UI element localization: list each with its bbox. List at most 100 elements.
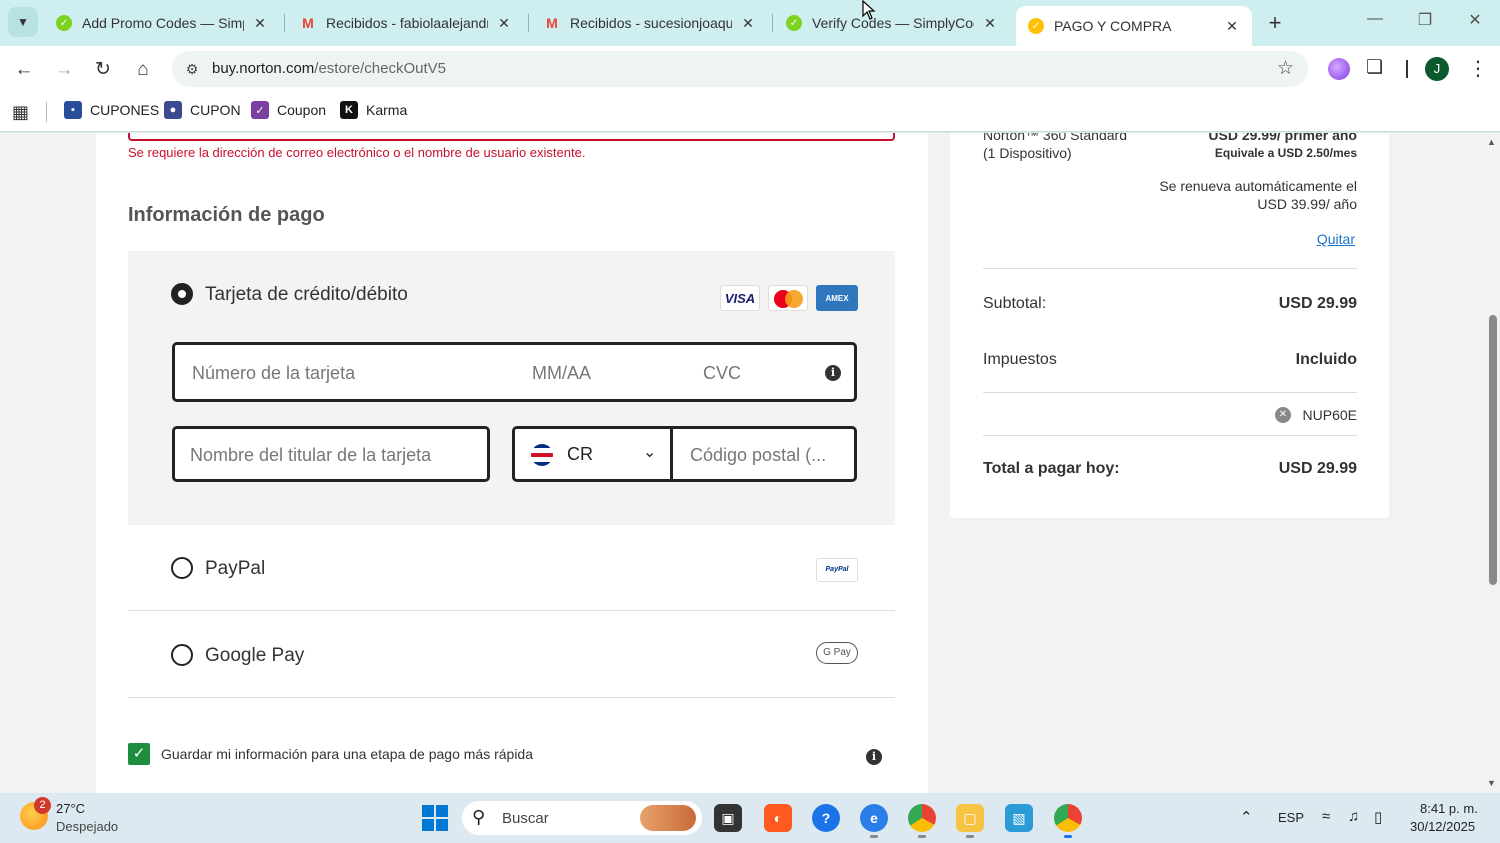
scroll-thumb[interactable] <box>1489 315 1497 585</box>
weather-description[interactable]: Despejado <box>56 819 118 834</box>
cvc-input[interactable]: CVC <box>703 363 741 384</box>
chrome-profile-icon[interactable] <box>1054 804 1082 832</box>
back-button[interactable]: ← <box>10 56 38 84</box>
forward-button[interactable]: → <box>50 56 78 84</box>
bookmark-cupon[interactable]: ● CUPON <box>164 101 241 119</box>
bookmark-coupon[interactable]: ✓ Coupon <box>251 101 326 119</box>
minimize-button[interactable]: — <box>1360 10 1390 28</box>
paypal-radio[interactable] <box>171 557 193 579</box>
country-select[interactable]: CR <box>567 444 593 465</box>
subtotal-value: USD 29.99 <box>1278 295 1357 312</box>
cvc-info-icon[interactable]: i <box>825 365 841 381</box>
clock-date[interactable]: 30/12/2025 <box>1410 819 1475 834</box>
browser-menu-icon[interactable]: ⋮ <box>1468 56 1488 81</box>
apps-grid-icon[interactable]: ▦ <box>12 102 29 123</box>
googlepay-radio[interactable] <box>171 644 193 666</box>
close-icon[interactable]: ✕ <box>1224 18 1240 35</box>
tab-separator <box>528 14 529 32</box>
edge-browser-icon[interactable]: e <box>860 804 888 832</box>
scroll-down-arrow-icon[interactable]: ▼ <box>1487 778 1496 788</box>
field-divider <box>670 429 673 479</box>
cardholder-name-input[interactable]: Nombre del titular de la tarjeta <box>172 426 490 482</box>
running-indicator <box>918 835 926 838</box>
profile-avatar[interactable]: J <box>1425 57 1449 81</box>
card-details-field: Número de la tarjeta MM/AA CVC i <box>172 342 857 402</box>
bookmark-star-icon[interactable]: ☆ <box>1277 57 1294 80</box>
total-value: USD 29.99 <box>1278 460 1357 477</box>
save-info-label[interactable]: Guardar mi información para una etapa de… <box>161 746 533 762</box>
paypal-option[interactable]: PayPal PayPal <box>128 525 895 611</box>
address-bar[interactable]: ⚙ buy.norton.com/estore/checkOutV5 ☆ <box>172 51 1308 87</box>
tab-verify-codes[interactable]: ✓ Verify Codes — SimplyCode ✕ <box>774 6 1010 40</box>
remove-link[interactable]: Quitar <box>1317 231 1355 247</box>
tab-title: Recibidos - sucesionjoaquin <box>570 15 732 31</box>
new-tab-button[interactable]: + <box>1262 10 1288 36</box>
page-scrollbar[interactable]: ▲ ▼ <box>1485 133 1500 793</box>
card-radio[interactable] <box>171 283 193 305</box>
reload-button[interactable]: ↻ <box>89 56 117 84</box>
help-icon[interactable]: ? <box>812 804 840 832</box>
chrome-icon[interactable] <box>908 804 936 832</box>
clock-time[interactable]: 8:41 p. m. <box>1420 801 1478 816</box>
tab-add-promo-codes[interactable]: ✓ Add Promo Codes — Simply ✕ <box>44 6 280 40</box>
url-path: /estore/checkOutV5 <box>314 60 447 77</box>
wifi-icon[interactable]: ≈ <box>1322 808 1330 825</box>
close-icon[interactable]: ✕ <box>252 15 268 32</box>
simplycodes-icon: ✓ <box>786 15 802 31</box>
googlepay-option[interactable]: Google Pay G Pay <box>128 612 895 698</box>
bookmark-label: Coupon <box>277 102 327 118</box>
paypal-label[interactable]: PayPal <box>205 558 265 580</box>
scroll-up-arrow-icon[interactable]: ▲ <box>1487 137 1496 147</box>
windows-start-icon[interactable] <box>422 805 448 831</box>
remove-coupon-icon[interactable]: ✕ <box>1275 407 1291 423</box>
bookmark-cupones[interactable]: ▪ CUPONES <box>64 101 159 119</box>
restore-button[interactable]: ❐ <box>1410 10 1440 30</box>
tab-gmail-fabiola[interactable]: M Recibidos - fabiolaalejandria ✕ <box>288 6 524 40</box>
extensions-puzzle-icon[interactable]: ❏ <box>1366 56 1383 79</box>
running-indicator <box>1064 835 1072 838</box>
product-name: Norton™ 360 Standard <box>983 133 1127 143</box>
save-info-checkbox[interactable]: ✓ <box>128 743 150 765</box>
temperature[interactable]: 27°C <box>56 801 85 816</box>
tab-pago-y-compra[interactable]: ✓ PAGO Y COMPRA ✕ <box>1016 6 1252 46</box>
window-close-button[interactable]: ✕ <box>1460 10 1490 30</box>
mastercard-icon <box>768 285 808 311</box>
tray-chevron-up-icon[interactable]: ⌃ <box>1240 808 1253 826</box>
close-icon[interactable]: ✕ <box>982 15 998 32</box>
email-field-error-border[interactable] <box>128 133 895 141</box>
taskbar-search[interactable]: ⚲ Buscar <box>462 801 702 835</box>
card-option-label[interactable]: Tarjeta de crédito/débito <box>205 284 408 306</box>
order-summary-panel: Norton™ 360 Standard (1 Dispositivo) USD… <box>950 133 1389 518</box>
app-icon-orange[interactable]: ◐ <box>764 804 792 832</box>
site-settings-icon[interactable]: ⚙ <box>182 59 202 79</box>
card-number-input[interactable]: Número de la tarjeta <box>192 363 355 384</box>
close-icon[interactable]: ✕ <box>496 15 512 32</box>
running-indicator <box>966 835 974 838</box>
close-icon[interactable]: ✕ <box>740 15 756 32</box>
googlepay-logo-icon: G Pay <box>816 642 858 664</box>
file-explorer-icon[interactable]: ▢ <box>956 804 984 832</box>
remote-desktop-icon[interactable]: ▧ <box>1005 804 1033 832</box>
bookmark-label: CUPON <box>190 102 241 118</box>
url-text[interactable]: buy.norton.com/estore/checkOutV5 <box>212 60 446 77</box>
tab-title: Verify Codes — SimplyCode <box>812 15 974 31</box>
googlepay-label[interactable]: Google Pay <box>205 645 304 667</box>
task-view-icon[interactable]: ▣ <box>714 804 742 832</box>
bookmark-karma[interactable]: K Karma <box>340 101 407 119</box>
coupon-code: NUP60E <box>1302 407 1357 423</box>
total-label: Total a pagar hoy: <box>983 460 1120 477</box>
home-button[interactable]: ⌂ <box>129 56 157 84</box>
volume-icon[interactable]: ♫ <box>1348 808 1359 825</box>
extension-icon[interactable] <box>1328 58 1350 80</box>
tab-title: Recibidos - fabiolaalejandria <box>326 15 488 31</box>
tab-gmail-sucesion[interactable]: M Recibidos - sucesionjoaquin ✕ <box>532 6 768 40</box>
save-info-icon[interactable]: i <box>866 749 882 765</box>
bookmark-label: CUPONES <box>90 102 160 118</box>
postal-code-input[interactable]: Código postal (... <box>690 445 826 466</box>
visa-icon: VISA <box>720 285 760 311</box>
battery-icon[interactable]: ▯ <box>1374 808 1382 826</box>
chevron-down-icon[interactable]: ⌄ <box>643 442 656 462</box>
language-indicator[interactable]: ESP <box>1278 810 1304 825</box>
expiry-input[interactable]: MM/AA <box>532 363 591 384</box>
tab-search-button[interactable]: ▼ <box>8 7 38 37</box>
